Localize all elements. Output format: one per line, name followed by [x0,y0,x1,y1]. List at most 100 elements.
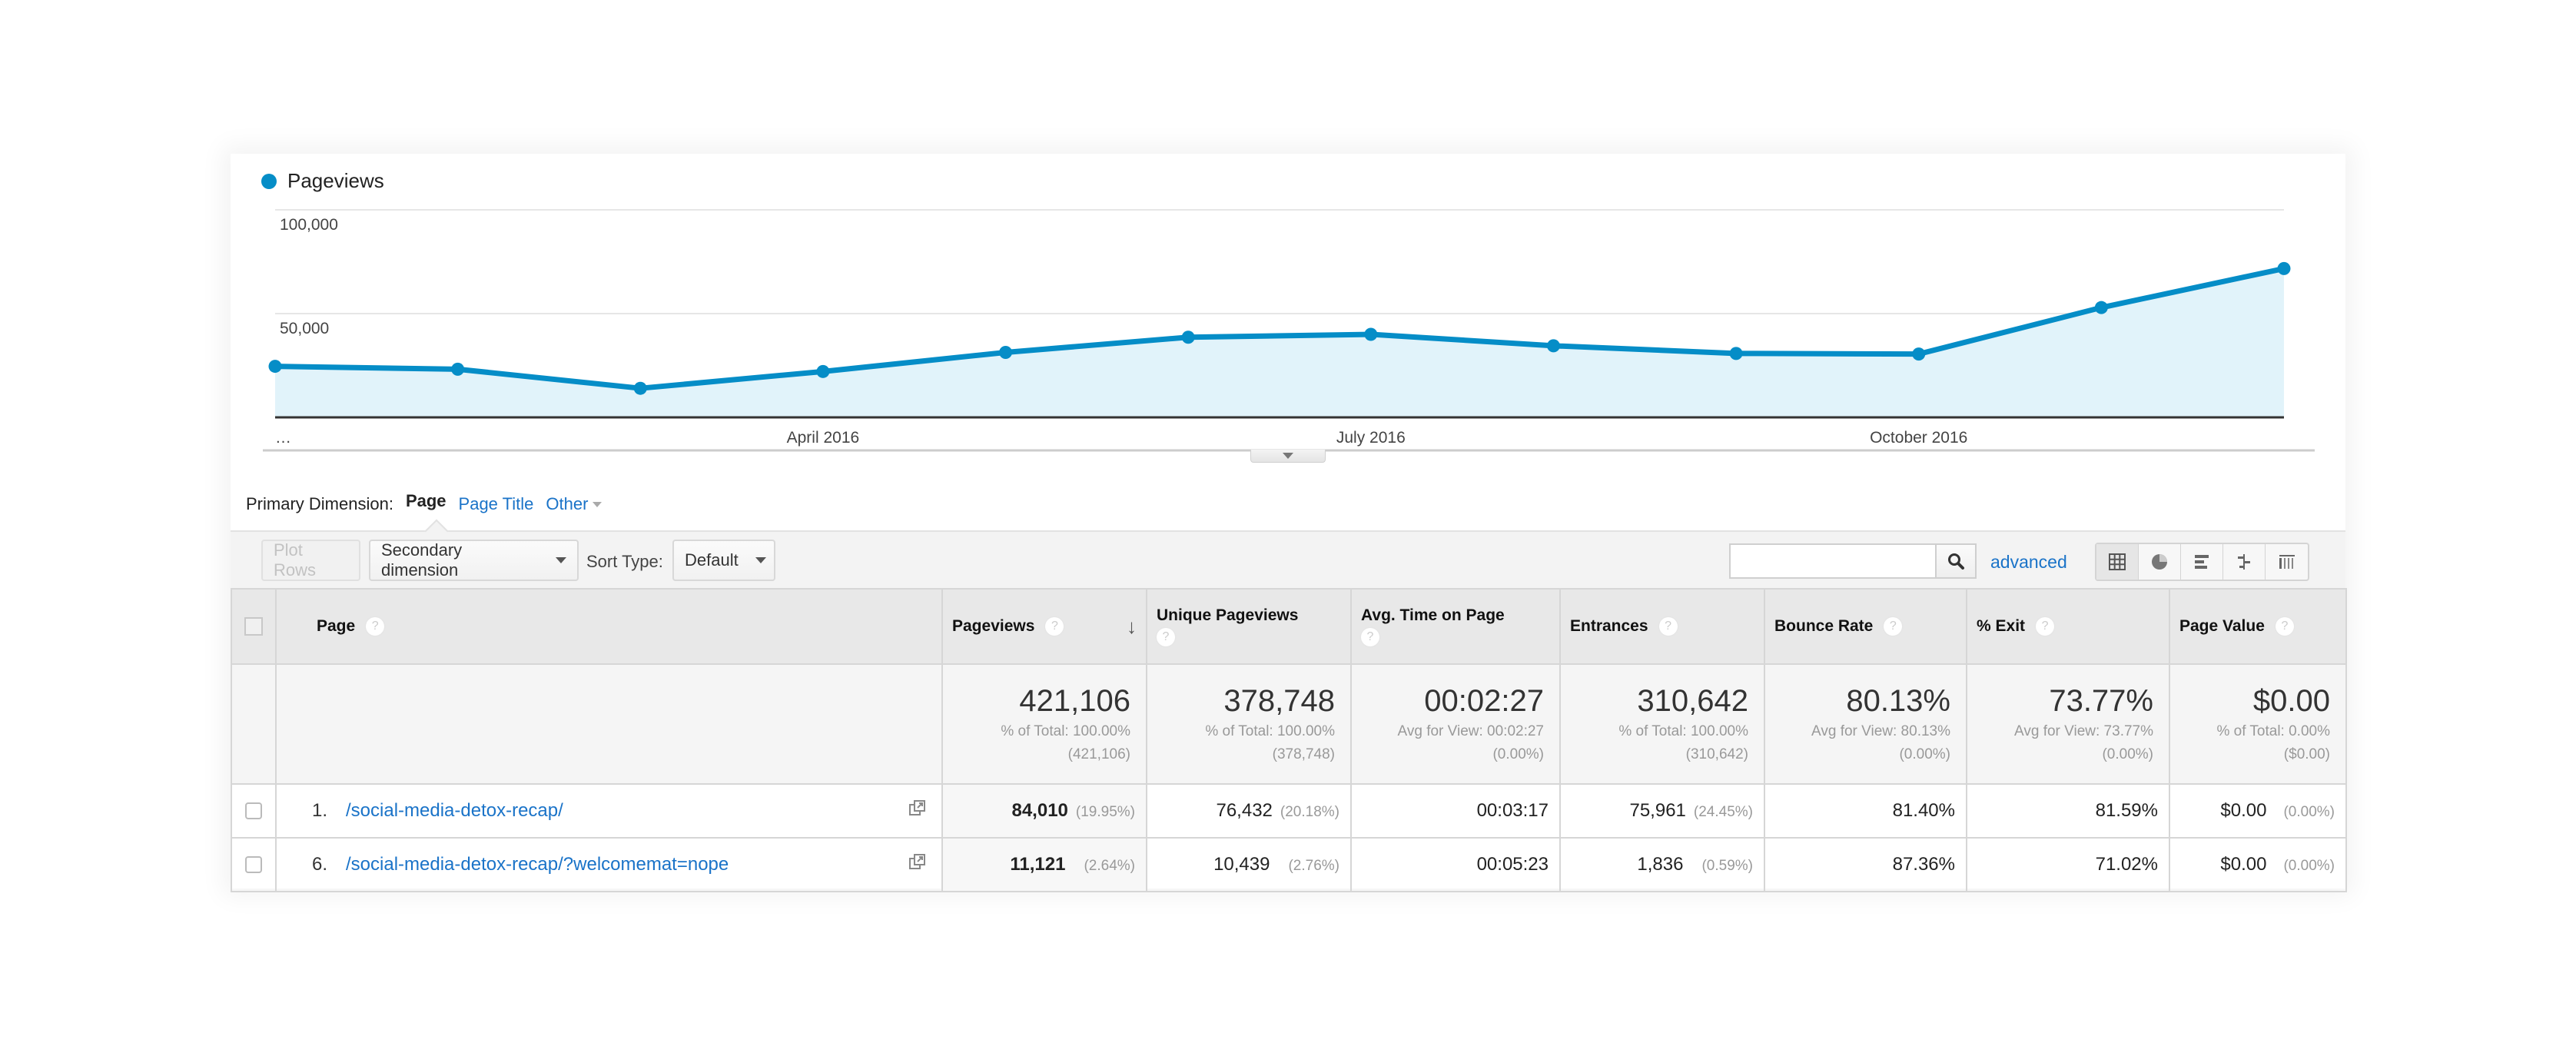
chevron-down-icon [556,557,566,563]
pivot-view-icon [2279,555,2295,569]
secondary-dimension-label: Secondary dimension [381,540,463,580]
data-point [1364,327,1378,341]
pie-view-button[interactable] [2139,544,2181,580]
column-header-unique-pageviews[interactable]: Unique Pageviews ? [1146,588,1352,665]
search-button[interactable] [1935,543,1977,579]
help-icon[interactable]: ? [2036,617,2055,636]
total-sub: % of Total: 100.00% [1205,723,1335,739]
open-page-external-icon[interactable] [909,799,926,822]
column-label: % Exit [1977,617,2026,635]
comparison-view-icon [2238,554,2250,570]
help-icon[interactable]: ? [2275,617,2294,636]
row-checkbox[interactable] [245,856,262,873]
select-all-cell [231,588,277,665]
search-icon [1948,553,1964,570]
help-icon[interactable]: ? [366,617,385,636]
primary-dimension-other[interactable]: Other [546,494,603,514]
chevron-down-icon [593,501,603,507]
row-checkbox[interactable] [245,802,262,819]
column-header-pageviews[interactable]: Pageviews ? ↓ [941,588,1147,665]
table-view-button[interactable] [2096,544,2139,580]
secondary-dimension-dropdown[interactable]: Secondary dimension [369,540,579,581]
performance-view-button[interactable] [2181,544,2223,580]
cell-value: 84,010 [1011,800,1068,821]
entrances-cell: 75,961 (24.45%) [1559,783,1765,839]
total-sub: (421,106) [1067,746,1130,762]
chevron-down-icon [755,557,766,563]
total-unique-pageviews: 378,748 % of Total: 100.00% (378,748) [1146,663,1352,785]
totals-row: 421,106 % of Total: 100.00% (421,106) 37… [231,663,2347,785]
y-tick-label: 100,000 [280,216,338,234]
total-entrances: 310,642 % of Total: 100.00% (310,642) [1559,663,1765,785]
select-all-checkbox[interactable] [244,617,263,636]
cell-percent: (19.95%) [1075,804,1135,820]
column-label: Entrances [1570,617,1648,635]
cell-value: $0.00 [2220,800,2267,821]
column-label: Page [317,617,356,635]
sort-type-value: Default [685,550,739,570]
exit-cell: 81.59% [1966,783,2170,839]
total-value: 00:02:27 [1424,684,1544,718]
help-icon[interactable]: ? [1884,617,1903,636]
unique-pageviews-cell: 76,432 (20.18%) [1146,783,1352,839]
total-sub: (378,748) [1272,746,1335,762]
performance-view-icon [2195,555,2209,569]
pageviews-cell: 84,010 (19.95%) [941,783,1147,839]
total-page-value: $0.00 % of Total: 0.00% ($0.00) [2169,663,2347,785]
chevron-down-icon [1283,453,1293,459]
page-link[interactable]: /social-media-detox-recap/?welcomemat=no… [346,854,729,875]
bounce-rate-cell: 81.40% [1764,783,1967,839]
total-sub: ($0.00) [2283,746,2330,762]
plot-rows-button[interactable]: Plot Rows [261,540,360,581]
pie-view-icon [2152,554,2167,570]
pageviews-cell: 11,121 (2.64%) [941,837,1147,892]
bounce-rate-cell: 87.36% [1764,837,1967,892]
avg-time-cell: 00:05:23 [1350,837,1561,892]
primary-dimension-label: Primary Dimension: [246,494,393,513]
cell-percent: (2.76%) [1288,858,1339,874]
help-icon[interactable]: ? [1045,617,1064,636]
advanced-filter-link[interactable]: advanced [1990,552,2067,573]
data-point [1546,339,1560,353]
column-header-page-value[interactable]: Page Value ? [2169,588,2347,665]
total-sub: (0.00%) [2102,746,2153,762]
pivot-view-button[interactable] [2266,544,2308,580]
comparison-view-button[interactable] [2223,544,2266,580]
column-header-bounce-rate[interactable]: Bounce Rate ? [1764,588,1967,665]
cell-value: 1,836 [1637,854,1684,875]
totals-blank-cell [231,663,277,785]
table-search-input[interactable] [1729,543,1935,579]
sort-type-dropdown[interactable]: Default [672,540,775,581]
help-icon[interactable]: ? [1157,628,1175,646]
cell-value: 81.59% [2095,800,2158,821]
column-header-avg-time[interactable]: Avg. Time on Page ? [1350,588,1561,665]
data-point [451,362,465,376]
total-value: 80.13% [1846,684,1950,718]
total-pageviews: 421,106 % of Total: 100.00% (421,106) [941,663,1147,785]
x-tick-label: April 2016 [787,429,860,447]
page-value-cell: $0.00 (0.00%) [2169,837,2347,892]
total-avg-time: 00:02:27 Avg for View: 00:02:27 (0.00%) [1350,663,1561,785]
page-value-cell: $0.00 (0.00%) [2169,783,2347,839]
help-icon[interactable]: ? [1361,628,1379,646]
avg-time-cell: 00:03:17 [1350,783,1561,839]
column-header-page[interactable]: Page ? [275,588,943,665]
sort-descending-icon: ↓ [1127,614,1137,638]
data-point [1181,331,1195,344]
page-link[interactable]: /social-media-detox-recap/ [346,800,563,822]
chart-collapse-handle[interactable] [1250,450,1326,463]
total-value: 73.77% [2049,684,2153,718]
cell-value: 00:03:17 [1476,800,1549,821]
column-header-exit[interactable]: % Exit ? [1966,588,2170,665]
x-tick-label: July 2016 [1336,429,1406,447]
primary-dimension-page-title[interactable]: Page Title [459,494,534,514]
column-header-entrances[interactable]: Entrances ? [1559,588,1765,665]
cell-percent: (2.64%) [1084,858,1135,874]
total-sub: Avg for View: 73.77% [2014,723,2153,739]
total-sub: (310,642) [1685,746,1748,762]
column-label: Pageviews [952,617,1035,635]
exit-cell: 71.02% [1966,837,2170,892]
open-page-external-icon[interactable] [909,853,926,876]
primary-dimension-page[interactable]: Page [406,491,446,511]
help-icon[interactable]: ? [1658,617,1678,636]
